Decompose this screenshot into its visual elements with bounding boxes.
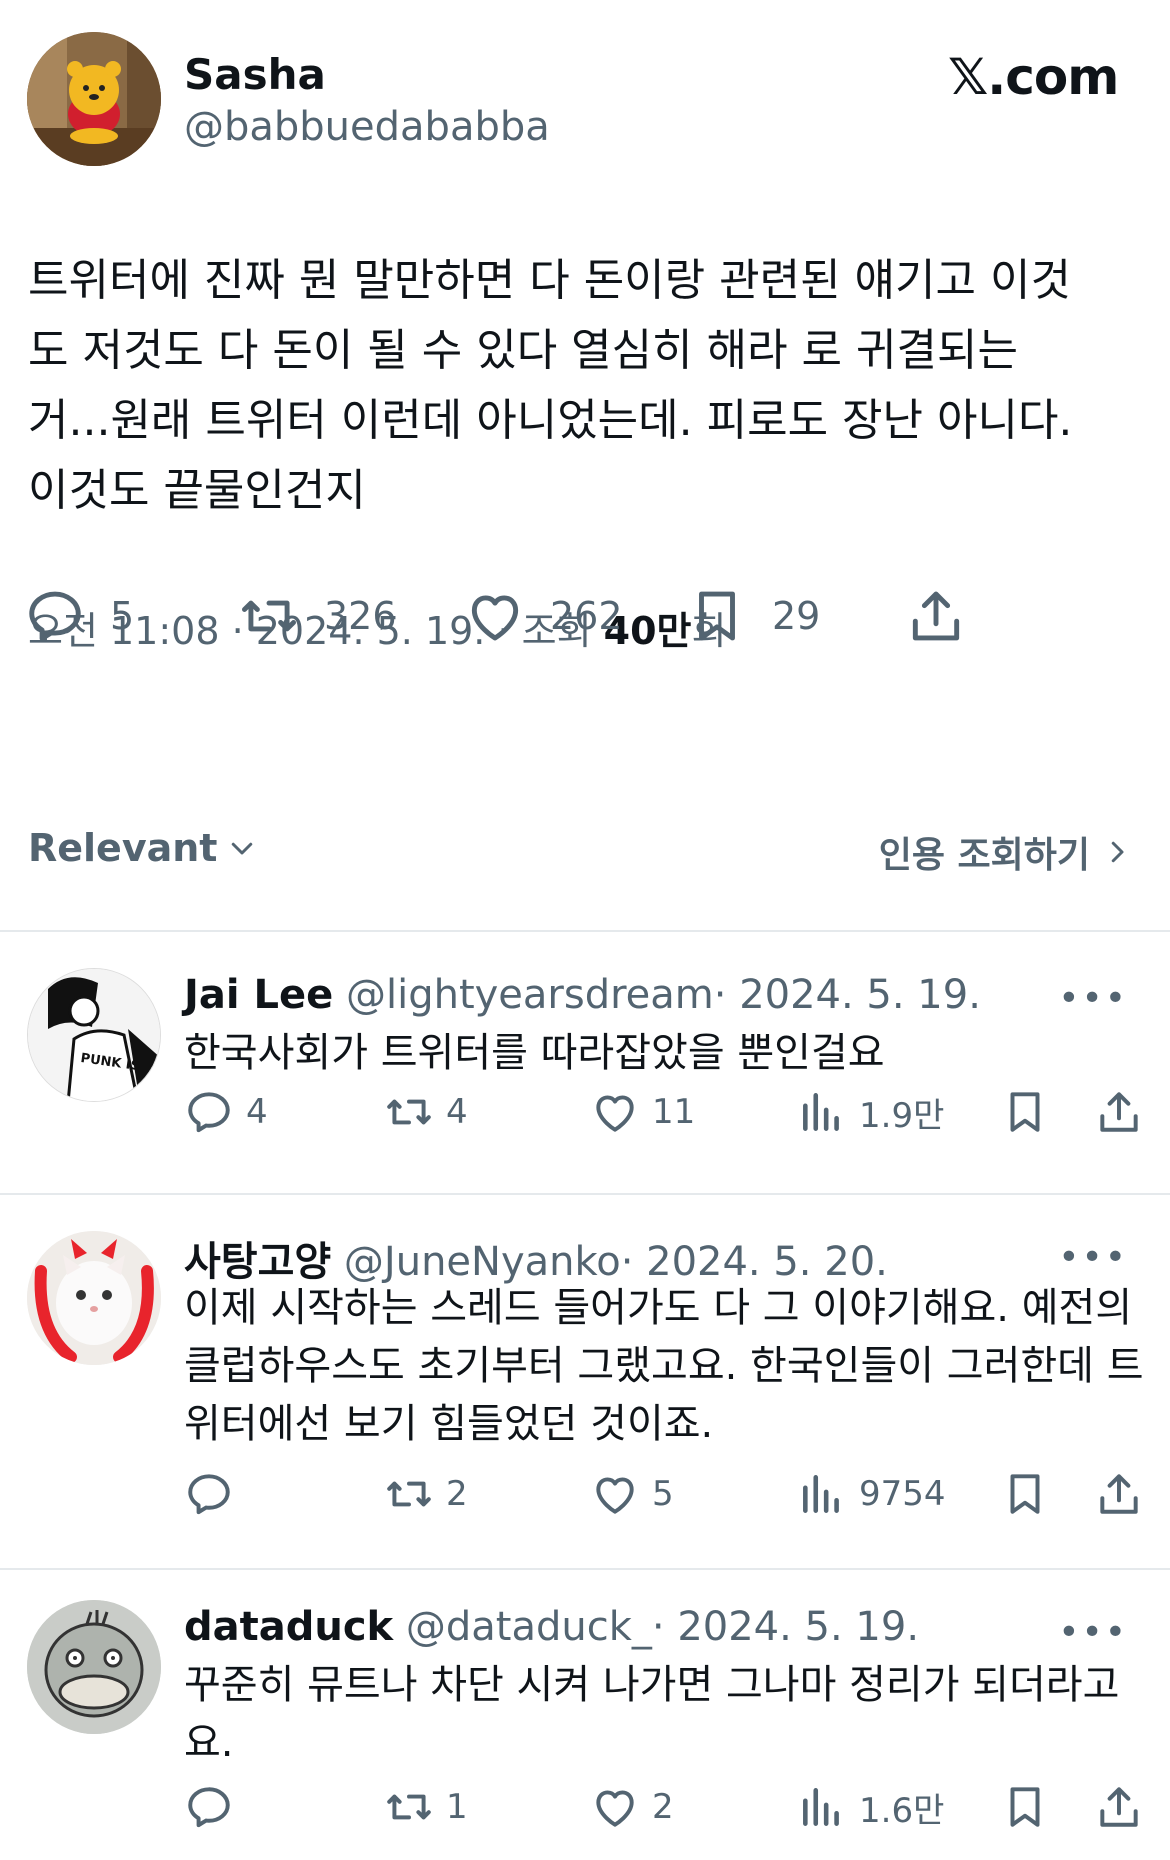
reply-author-name[interactable]: dataduck <box>184 1604 393 1650</box>
divider <box>0 930 1170 932</box>
retweet-icon <box>387 1794 431 1820</box>
retweet-count: 2 <box>446 1474 468 1514</box>
like-count: 2 <box>652 1787 674 1827</box>
view-quotes-link[interactable]: 인용 조회하기 <box>879 826 1132 878</box>
reply-icon <box>29 591 81 641</box>
bookmark-button[interactable] <box>1000 1087 1050 1137</box>
views-button[interactable]: 1.9만 <box>797 1087 944 1137</box>
view-quotes-label: 인용 조회하기 <box>878 835 1090 876</box>
reply-text: 이제 시작하는 스레드 들어가도 다 그 이야기해요. 예전의 클럽하우스도 초… <box>184 1285 1144 1447</box>
views-button[interactable]: 1.6만 <box>797 1782 944 1832</box>
like-icon <box>596 1790 634 1827</box>
share-button[interactable] <box>905 585 967 647</box>
reply-author-handle[interactable]: @dataduck_ <box>406 1604 652 1650</box>
sort-label: Relevant <box>28 826 218 870</box>
divider <box>0 1193 1170 1195</box>
like-button[interactable]: 5 <box>590 1469 674 1519</box>
bookmark-button[interactable] <box>1000 1782 1050 1832</box>
reply-avatar[interactable]: PUNK IS NOT DED <box>27 968 161 1102</box>
more-icon[interactable]: ••• <box>1058 1237 1128 1278</box>
reply-button[interactable] <box>184 1782 246 1832</box>
share-button[interactable] <box>1094 1782 1144 1832</box>
views-count: 1.6만 <box>859 1790 945 1831</box>
reply-author-name[interactable]: Jai Lee <box>184 972 333 1018</box>
views-count: 9754 <box>859 1474 946 1514</box>
like-button[interactable]: 2 <box>590 1782 674 1832</box>
retweet-button[interactable]: 4 <box>384 1087 468 1137</box>
bookmark-icon <box>1010 1092 1040 1132</box>
views-button[interactable]: 9754 <box>797 1469 946 1519</box>
like-count: 11 <box>652 1092 696 1132</box>
bookmark-button[interactable] <box>1000 1469 1050 1519</box>
bookmark-icon <box>1010 1787 1040 1827</box>
reply-count: 5 <box>110 594 135 638</box>
retweet-icon <box>242 600 296 632</box>
share-icon <box>1100 1092 1138 1132</box>
retweet-count: 1 <box>446 1787 468 1827</box>
like-button[interactable]: 11 <box>590 1087 695 1137</box>
tweet-text: 트위터에 진짜 뭔 말만하면 다 돈이랑 관련된 얘기고 이것 도 저것도 다 … <box>28 255 1073 516</box>
reply-icon <box>188 1787 230 1828</box>
retweet-count: 4 <box>446 1092 468 1132</box>
reply-button[interactable]: 4 <box>184 1087 268 1137</box>
sort-dropdown[interactable]: Relevant <box>28 826 257 870</box>
reply-header: dataduck @dataduck_· 2024. 5. 19. <box>184 1604 919 1650</box>
retweet-button[interactable]: 2 <box>384 1469 468 1519</box>
share-button[interactable] <box>1094 1087 1144 1137</box>
author-name[interactable]: Sasha <box>184 50 326 99</box>
like-icon <box>596 1477 634 1514</box>
share-icon <box>912 591 960 641</box>
reply-icon <box>188 1092 230 1133</box>
author-handle[interactable]: @babbuedababba <box>184 104 550 150</box>
retweet-button[interactable]: 326 <box>238 585 397 647</box>
reply-text: 꾸준히 뮤트나 차단 시켜 나가면 그나마 정리가 되더라고요. <box>184 1662 1120 1766</box>
retweet-button[interactable]: 1 <box>384 1782 468 1832</box>
bookmark-count: 29 <box>772 594 821 638</box>
retweet-count: 326 <box>324 594 397 638</box>
reply-author-handle[interactable]: @lightyearsdream <box>346 972 714 1018</box>
reply-text: 한국사회가 트위터를 따라잡았을 뿐인걸요 <box>184 1030 885 1076</box>
reply-date[interactable]: · 2024. 5. 19. <box>714 972 981 1018</box>
views-icon <box>803 1093 839 1131</box>
like-count: 5 <box>652 1474 674 1514</box>
like-count: 262 <box>550 594 623 638</box>
chevron-down-icon <box>232 842 253 855</box>
views-count: 1.9만 <box>859 1095 945 1136</box>
like-button[interactable]: 262 <box>464 585 623 647</box>
reply-avatar[interactable] <box>27 1231 161 1365</box>
views-icon <box>803 1788 839 1826</box>
bookmark-button[interactable]: 29 <box>686 585 820 647</box>
views-icon <box>803 1475 839 1513</box>
more-icon[interactable]: ••• <box>1058 978 1128 1019</box>
reply-count: 4 <box>246 1092 268 1132</box>
reply-icon <box>188 1474 230 1515</box>
like-icon <box>596 1095 634 1132</box>
reply-button[interactable]: 5 <box>24 585 134 647</box>
divider <box>0 1568 1170 1570</box>
retweet-icon <box>387 1099 431 1125</box>
bookmark-icon <box>699 591 735 641</box>
share-icon <box>1100 1474 1138 1514</box>
retweet-icon <box>387 1481 431 1507</box>
more-icon[interactable]: ••• <box>1058 1612 1128 1653</box>
author-avatar[interactable] <box>27 32 161 166</box>
like-icon <box>471 595 519 641</box>
x-logo: 𝕏.com <box>948 48 1119 106</box>
chevron-right-icon <box>1111 841 1124 863</box>
share-button[interactable] <box>1094 1469 1144 1519</box>
reply-button[interactable] <box>184 1469 246 1519</box>
bookmark-icon <box>1010 1474 1040 1514</box>
share-icon <box>1100 1787 1138 1827</box>
reply-date[interactable]: · 2024. 5. 19. <box>652 1604 919 1650</box>
reply-avatar[interactable] <box>27 1600 161 1734</box>
reply-header: Jai Lee @lightyearsdream· 2024. 5. 19. <box>184 972 981 1018</box>
